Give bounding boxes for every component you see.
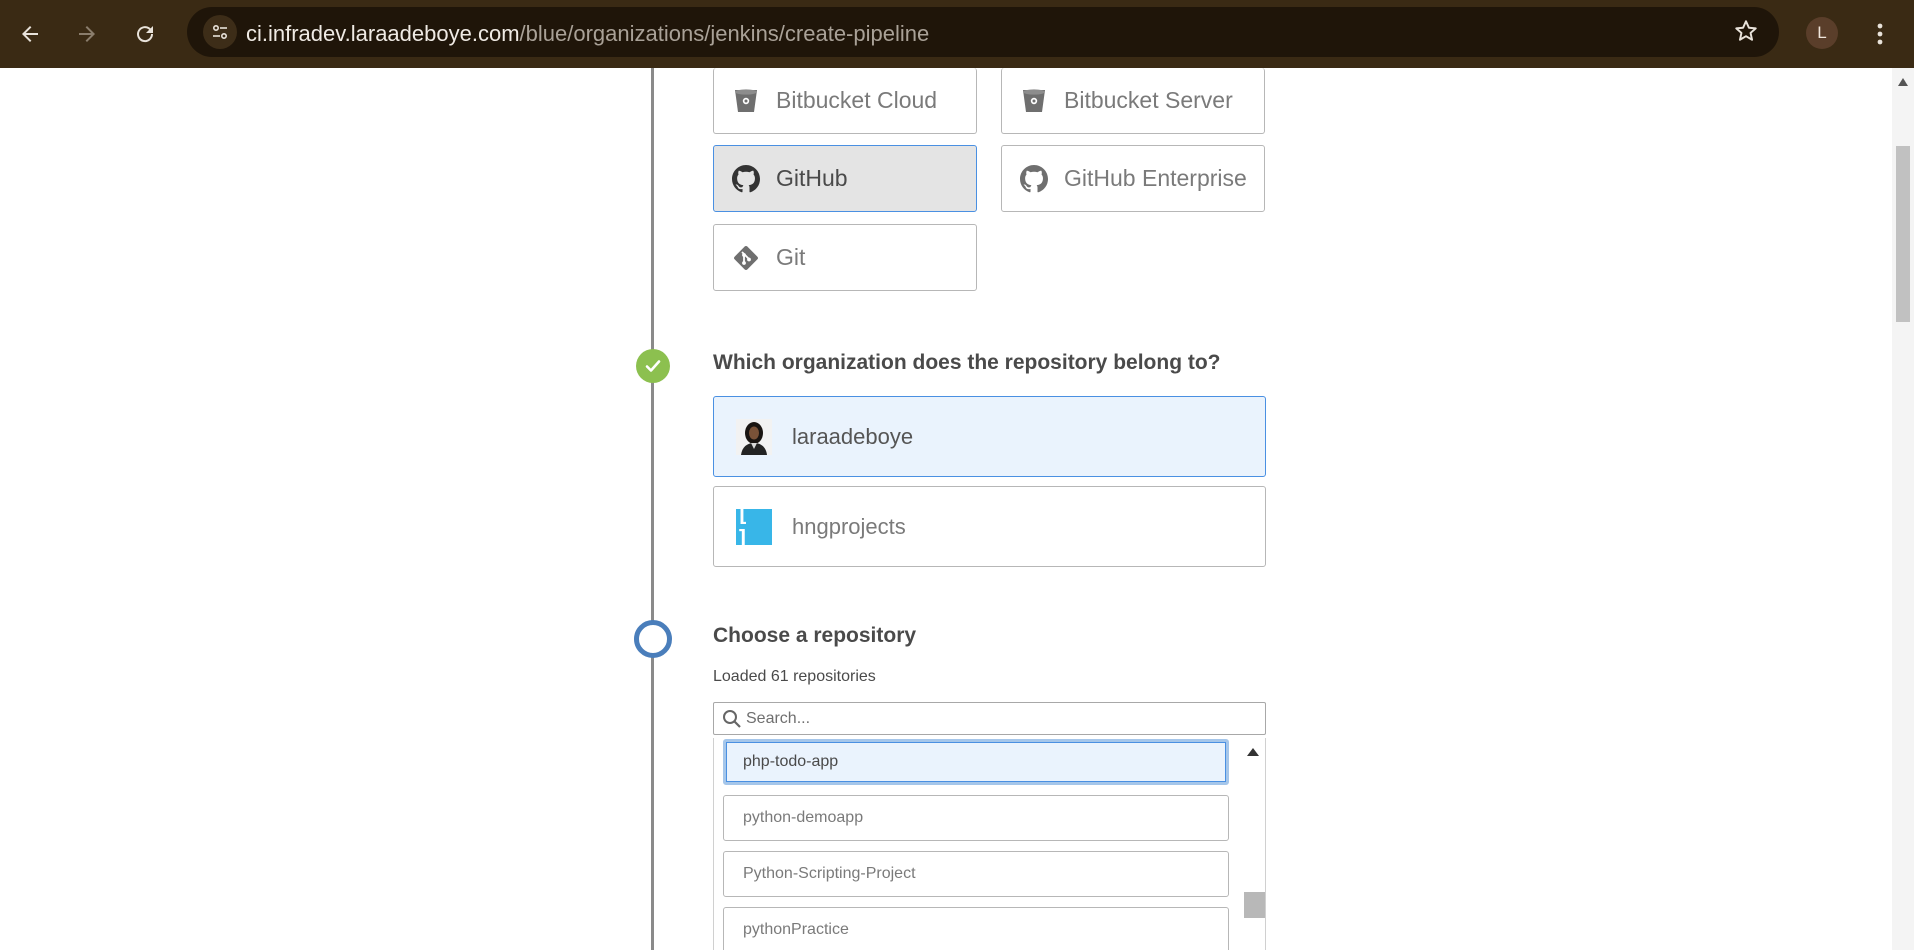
reload-icon [137,26,154,43]
forward-button[interactable] [67,14,107,54]
org-item-laraadeboye[interactable]: laraadeboye [713,396,1266,477]
url-host: ci.infradev.laraadeboye.com [246,21,520,46]
step-active-indicator [634,620,672,658]
create-pipeline-page: Bitbucket Cloud Bitbucket Server GitHub … [0,68,1892,950]
provider-github-enterprise[interactable]: GitHub Enterprise [1001,145,1265,212]
checkmark-icon [645,360,661,372]
menu-kebab-icon [1877,23,1883,45]
repo-list-scrollbar[interactable] [1237,738,1265,950]
scroll-up-arrow-icon[interactable] [1247,748,1259,756]
provider-github[interactable]: GitHub [713,145,977,212]
hng-logo: [ ] [736,502,772,552]
url-text[interactable]: ci.infradev.laraadeboye.com/blue/organiz… [246,21,929,47]
browser-menu-button[interactable] [1868,16,1892,52]
repo-item-php-todo-app[interactable]: php-todo-app [723,739,1229,785]
reload-button[interactable] [125,14,165,54]
repo-list[interactable]: php-todo-app python-demoapp Python-Scrip… [713,738,1266,950]
profile-avatar-button[interactable]: L [1806,17,1838,49]
repo-search-input[interactable] [746,707,1246,731]
bookmark-star-icon [1735,20,1757,41]
step-timeline [651,68,654,950]
repo-item-python-demoapp[interactable]: python-demoapp [723,795,1229,841]
browser-toolbar: ci.infradev.laraadeboye.com/blue/organiz… [0,0,1914,68]
provider-label: Git [776,244,806,270]
repo-count-text: Loaded 61 repositories [713,668,876,685]
provider-git[interactable]: Git [713,224,977,291]
org-name: hngprojects [792,513,906,539]
page-scroll-thumb[interactable] [1896,146,1910,322]
github-icon [732,164,760,193]
bitbucket-icon [1020,87,1048,115]
repo-step-heading: Choose a repository [713,624,917,647]
repo-item-pythonpractice[interactable]: pythonPractice [723,907,1229,950]
provider-bitbucket-cloud[interactable]: Bitbucket Cloud [713,68,977,134]
page-scrollbar[interactable] [1892,68,1914,950]
org-step-heading: Which organization does the repository b… [713,351,1221,374]
provider-bitbucket-server[interactable]: Bitbucket Server [1001,68,1265,134]
repo-list-scroll-thumb[interactable] [1244,892,1265,918]
provider-label: GitHub Enterprise [1064,165,1247,191]
address-bar[interactable]: ci.infradev.laraadeboye.com/blue/organiz… [187,7,1779,57]
git-icon [732,244,760,272]
repo-search-box[interactable] [713,702,1266,735]
site-info-button[interactable] [203,15,237,49]
bookmark-button[interactable] [1733,18,1759,49]
org-name: laraadeboye [792,423,914,449]
provider-label: Bitbucket Cloud [776,87,938,113]
scroll-up-arrow-icon[interactable] [1898,78,1908,86]
step-complete-indicator [636,349,670,383]
avatar [736,418,772,455]
provider-label: Bitbucket Server [1064,87,1233,113]
provider-label: GitHub [776,165,848,191]
repo-item-python-scripting-project[interactable]: Python-Scripting-Project [723,851,1229,897]
github-icon [1020,164,1048,193]
search-icon [723,710,741,728]
url-path: /blue/organizations/jenkins/create-pipel… [519,21,930,46]
org-item-hngprojects[interactable]: [ ] hngprojects [713,486,1266,567]
site-info-icon [212,24,228,40]
back-icon [22,26,38,42]
bitbucket-icon [732,87,760,115]
forward-icon [79,26,95,42]
back-button[interactable] [10,14,50,54]
